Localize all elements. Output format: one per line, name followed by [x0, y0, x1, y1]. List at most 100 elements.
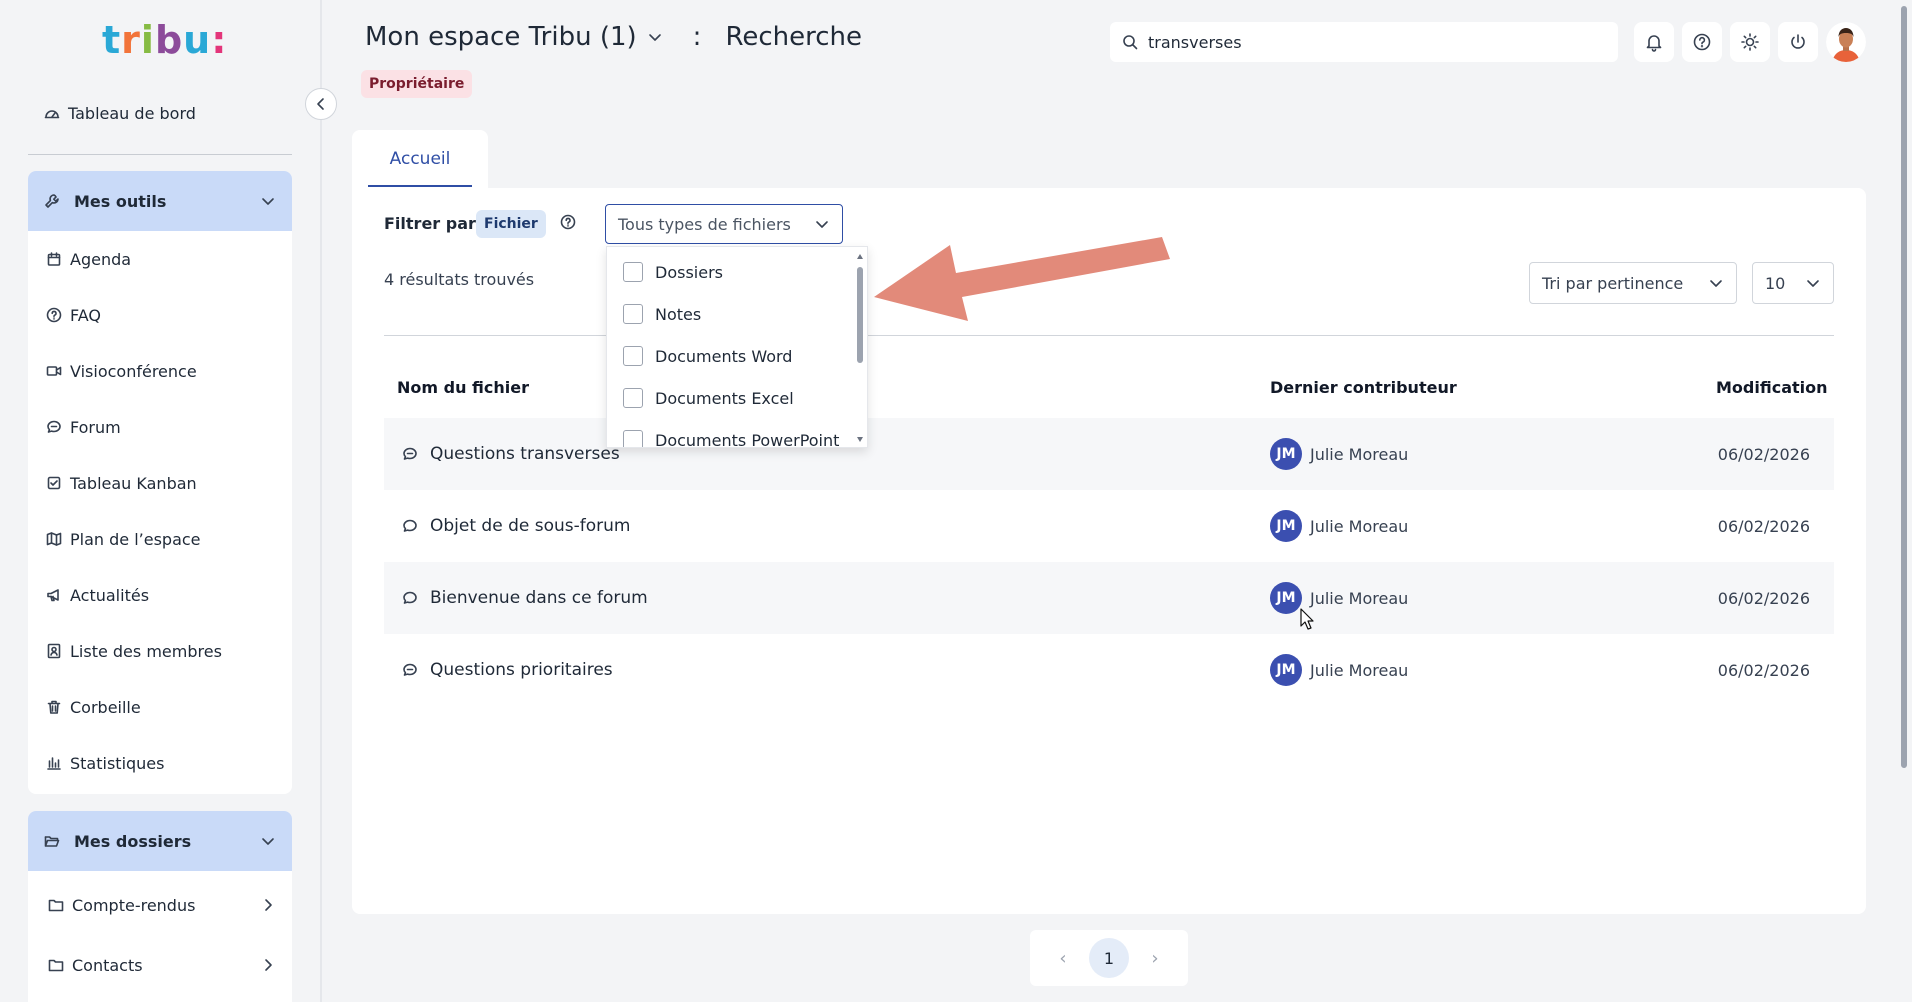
folders-panel-header[interactable]: Mes dossiers: [28, 811, 292, 871]
theme-toggle-button[interactable]: [1730, 22, 1770, 62]
tab-active-indicator: [368, 185, 472, 187]
sidebar-item-tool[interactable]: Corbeille: [28, 679, 292, 735]
search-bar[interactable]: [1110, 22, 1618, 62]
forum-icon: [402, 662, 418, 678]
page-size-select[interactable]: 10: [1752, 262, 1834, 304]
filter-label: Filtrer par:: [384, 214, 483, 233]
file-name-cell[interactable]: Bienvenue dans ce forum: [402, 588, 648, 608]
file-type-select[interactable]: Tous types de fichiers: [605, 204, 843, 244]
folders-list: Compte-rendus Contacts: [28, 871, 292, 995]
file-name-cell[interactable]: Objet de de sous-forum: [402, 516, 630, 536]
chevron-right-icon[interactable]: [260, 957, 276, 973]
chat-icon: [402, 518, 418, 534]
sidebar-item-tool[interactable]: Statistiques: [28, 735, 292, 791]
collapse-sidebar-button[interactable]: [305, 88, 337, 120]
page-number-current[interactable]: 1: [1089, 938, 1129, 978]
modified-date: 06/02/2026: [1717, 588, 1810, 608]
chevron-left-icon: [313, 96, 329, 112]
file-type-option[interactable]: Documents Word: [607, 335, 867, 377]
file-type-option[interactable]: Documents PowerPoint: [607, 419, 867, 448]
bar-chart-icon: [46, 755, 62, 771]
table-row[interactable]: Bienvenue dans ce forum JM Julie Moreau 06/…: [384, 562, 1834, 634]
chevron-down-icon[interactable]: [647, 29, 663, 45]
search-input[interactable]: [1148, 32, 1588, 52]
calendar-icon: [46, 251, 62, 267]
sidebar-item-tool[interactable]: Tableau Kanban: [28, 455, 292, 511]
logout-button[interactable]: [1778, 22, 1818, 62]
file-name[interactable]: Bienvenue dans ce forum: [430, 588, 648, 608]
contributor-name: Julie Moreau: [1310, 588, 1409, 608]
contributor-cell: JM Julie Moreau: [1270, 438, 1408, 470]
sidebar-item-tool[interactable]: Actualités: [28, 567, 292, 623]
page-scrollbar-thumb[interactable]: [1901, 6, 1907, 768]
tab-accueil[interactable]: Accueil: [352, 130, 488, 188]
question-circle-icon: [46, 307, 62, 323]
modified-date: 06/02/2026: [1717, 516, 1810, 536]
sidebar-item-folder[interactable]: Contacts: [28, 935, 292, 995]
file-name-cell[interactable]: Questions transverses: [402, 444, 620, 464]
column-header-contributor[interactable]: Dernier contributeur: [1270, 378, 1457, 397]
question-circle-icon: [1693, 33, 1711, 51]
option-checkbox[interactable]: [623, 388, 643, 408]
forum-icon: [402, 446, 418, 462]
help-button[interactable]: [1682, 22, 1722, 62]
sidebar: tribu: Tableau de bord Mes outils Agenda…: [0, 0, 322, 1002]
file-type-option[interactable]: Notes: [607, 293, 867, 335]
user-avatar[interactable]: [1826, 22, 1866, 62]
filter-help-icon[interactable]: [560, 214, 576, 230]
table-row[interactable]: Questions prioritaires JM Julie Moreau 06/0…: [384, 634, 1834, 706]
prev-page-button[interactable]: ‹: [1051, 946, 1075, 970]
option-checkbox[interactable]: [623, 430, 643, 447]
chevron-right-icon[interactable]: [260, 897, 276, 913]
file-name[interactable]: Questions transverses: [430, 444, 620, 464]
sidebar-item-label: Visioconférence: [70, 361, 197, 381]
sort-select[interactable]: Tri par pertinence: [1529, 262, 1737, 304]
page-size-value: 10: [1765, 273, 1786, 293]
title-separator: :: [692, 22, 702, 52]
contributor-avatar: JM: [1270, 438, 1302, 470]
dropdown-scrollbar-thumb[interactable]: [857, 267, 863, 363]
megaphone-icon: [46, 587, 62, 603]
contacts-icon: [46, 643, 62, 659]
option-checkbox[interactable]: [623, 346, 643, 366]
video-icon: [46, 363, 62, 379]
file-name[interactable]: Objet de de sous-forum: [430, 516, 630, 536]
column-header-name[interactable]: Nom du fichier: [397, 378, 529, 397]
contributor-avatar: JM: [1270, 582, 1302, 614]
contributor-avatar: JM: [1270, 654, 1302, 686]
sidebar-item-folder[interactable]: Compte-rendus: [28, 875, 292, 935]
folder-icon: [48, 897, 64, 913]
notifications-button[interactable]: [1634, 22, 1674, 62]
next-page-button[interactable]: ›: [1143, 946, 1167, 970]
sidebar-item-tool[interactable]: Plan de l’espace: [28, 511, 292, 567]
tribu-logo[interactable]: tribu:: [102, 18, 226, 62]
tools-panel-header[interactable]: Mes outils: [28, 171, 292, 231]
column-header-modified[interactable]: Modification: [1716, 378, 1828, 397]
sort-select-value: Tri par pertinence: [1542, 273, 1684, 293]
file-type-option[interactable]: Documents Excel: [607, 377, 867, 419]
annotation-arrow-icon: [874, 237, 1170, 321]
file-name[interactable]: Questions prioritaires: [430, 660, 613, 680]
file-name-cell[interactable]: Questions prioritaires: [402, 660, 613, 680]
sidebar-item-label: Compte-rendus: [72, 895, 196, 915]
file-type-option[interactable]: Dossiers: [607, 251, 867, 293]
gauge-icon: [44, 105, 60, 121]
sidebar-item-tool[interactable]: Visioconférence: [28, 343, 292, 399]
filter-chip-file[interactable]: Fichier: [476, 210, 546, 238]
sidebar-item-tool[interactable]: Liste des membres: [28, 623, 292, 679]
table-row[interactable]: Objet de de sous-forum JM Julie Moreau 06/0…: [384, 490, 1834, 562]
space-selector[interactable]: Mon espace Tribu (1): [365, 22, 637, 52]
sidebar-item-tool[interactable]: Agenda: [28, 231, 292, 287]
sidebar-item-tool[interactable]: Forum: [28, 399, 292, 455]
sidebar-item-dashboard[interactable]: Tableau de bord: [28, 96, 292, 130]
option-label: Documents PowerPoint: [655, 430, 840, 448]
results-divider: [384, 335, 1834, 336]
option-checkbox[interactable]: [623, 304, 643, 324]
sidebar-item-label: Agenda: [70, 249, 132, 269]
table-row[interactable]: Questions transverses JM Julie Moreau 06/02…: [384, 418, 1834, 490]
sidebar-item-tool[interactable]: FAQ: [28, 287, 292, 343]
sidebar-item-label: Liste des membres: [70, 641, 222, 661]
file-type-select-value: Tous types de fichiers: [618, 214, 791, 234]
modified-date: 06/02/2026: [1717, 660, 1810, 680]
option-checkbox[interactable]: [623, 262, 643, 282]
